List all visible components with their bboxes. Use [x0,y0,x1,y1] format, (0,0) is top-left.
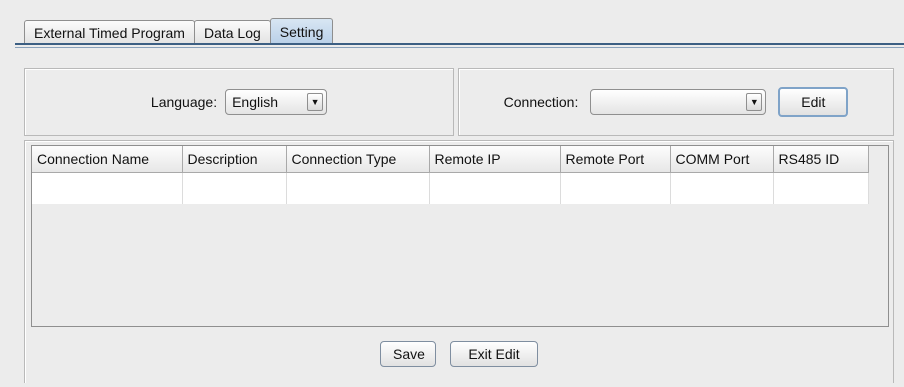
table-cell[interactable] [182,172,287,204]
column-header-connection-name[interactable]: Connection Name [32,146,183,173]
tab-divider [15,43,904,45]
exit-edit-button[interactable]: Exit Edit [450,341,538,367]
connection-label: Connection: [503,94,579,110]
settings-content: Language: English ▼ Connection: ▼ Edit C… [24,60,894,383]
table-header-row: Connection Name Description Connection T… [32,146,869,173]
column-header-remote-ip[interactable]: Remote IP [429,146,561,173]
column-header-description[interactable]: Description [182,146,287,173]
column-header-rs485-id[interactable]: RS485 ID [773,146,869,173]
table-cell[interactable] [32,172,183,204]
table-cell[interactable] [429,172,561,204]
connection-select[interactable]: ▼ [590,89,767,115]
table-row[interactable] [32,172,869,204]
table-cell[interactable] [670,172,774,204]
connections-table-scrollpane[interactable]: Connection Name Description Connection T… [31,145,889,327]
tab-divider-shadow [15,47,904,48]
tab-setting[interactable]: Setting [269,18,334,44]
connection-panel: Connection: ▼ Edit [458,68,894,136]
chevron-down-icon[interactable]: ▼ [746,93,763,111]
column-header-comm-port[interactable]: COMM Port [670,146,774,173]
save-button[interactable]: Save [380,341,436,367]
language-value: English [232,94,279,110]
edit-button[interactable]: Edit [778,87,849,117]
table-cell[interactable] [286,172,430,204]
connections-panel: Connection Name Description Connection T… [24,140,894,383]
tab-bar: External Timed Program Data Log Setting [24,18,334,44]
language-label: Language: [150,94,218,110]
column-header-connection-type[interactable]: Connection Type [286,146,430,173]
language-select[interactable]: English ▼ [225,89,328,115]
action-bar: Save Exit Edit [25,341,893,367]
tab-data-log[interactable]: Data Log [193,20,271,44]
table-cell[interactable] [560,172,671,204]
tab-external-timed-program[interactable]: External Timed Program [24,20,195,44]
table-cell[interactable] [773,172,869,204]
language-panel: Language: English ▼ [24,68,454,136]
connections-table: Connection Name Description Connection T… [32,146,869,204]
chevron-down-icon[interactable]: ▼ [307,93,324,111]
column-header-remote-port[interactable]: Remote Port [560,146,671,173]
